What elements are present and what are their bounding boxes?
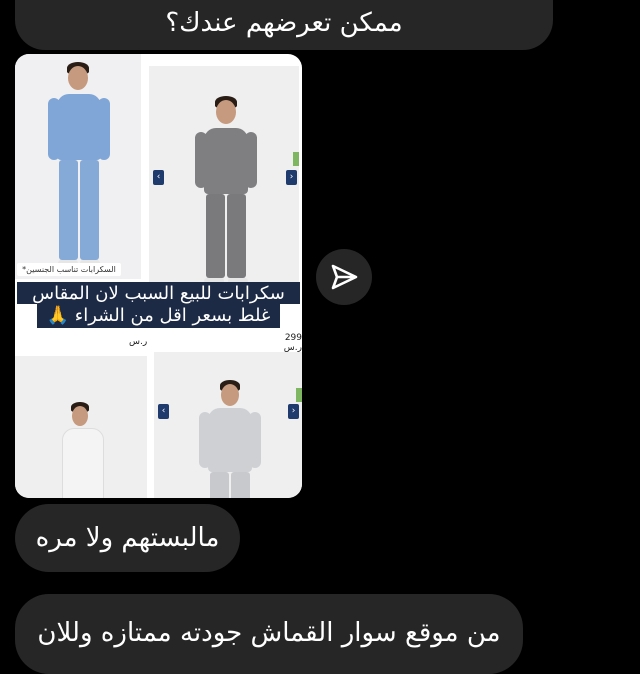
- color-swatch: [296, 388, 302, 402]
- caption-line-2: غلط بسعر اقل من الشراء 🙏: [46, 305, 271, 326]
- caption-line-1: سكرابات للبيع السبب لان المقاس: [32, 283, 285, 304]
- message-bubble-received[interactable]: مالبستهم ولا مره: [15, 504, 240, 572]
- price-label: 299 ر.س: [283, 333, 302, 353]
- product-photo-gray-scrubs: ‹ ›: [149, 66, 299, 291]
- image-caption: سكرابات للبيع السبب لان المقاس غلط بسعر …: [15, 279, 302, 331]
- message-text: مالبستهم ولا مره: [35, 523, 220, 553]
- message-bubble-received[interactable]: من موقع سوار القماش جودته ممتازه وللان: [15, 594, 523, 674]
- carousel-prev-icon[interactable]: ‹: [158, 404, 169, 419]
- product-photo-blue-scrubs: السكرابات تناسب الجنسين*: [15, 54, 141, 279]
- color-swatch: [293, 152, 299, 166]
- message-text: ممكن تعرضهم عندك؟: [165, 8, 403, 38]
- size-chart-label: السكرابات تناسب الجنسين*: [17, 263, 121, 276]
- product-photo-white-coat: [15, 356, 147, 498]
- product-photo-light-gray-scrubs: ‹ ›: [154, 352, 302, 498]
- send-icon: [331, 264, 358, 290]
- carousel-next-icon[interactable]: ›: [288, 404, 299, 419]
- carousel-next-icon[interactable]: ›: [286, 170, 297, 185]
- message-bubble-received[interactable]: ممكن تعرضهم عندك؟: [15, 0, 553, 50]
- price-label: ر.س: [129, 337, 148, 347]
- shared-image-message[interactable]: السكرابات تناسب الجنسين* ‹ › سكرابات للب…: [15, 54, 302, 498]
- share-button[interactable]: [316, 249, 372, 305]
- message-text: من موقع سوار القماش جودته ممتازه وللان: [37, 618, 501, 648]
- carousel-prev-icon[interactable]: ‹: [153, 170, 164, 185]
